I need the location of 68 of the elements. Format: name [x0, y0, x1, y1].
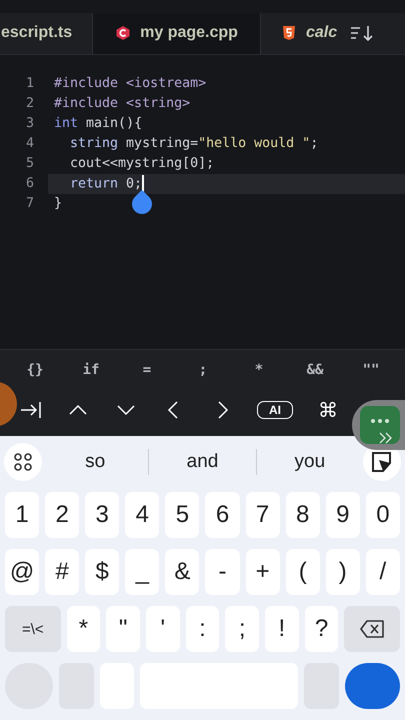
code-line: int main(){: [54, 116, 142, 132]
key[interactable]: @: [5, 549, 40, 595]
key[interactable]: =\<: [5, 606, 61, 652]
key[interactable]: ': [146, 606, 180, 652]
key[interactable]: 9: [326, 492, 360, 538]
key[interactable]: 4: [125, 492, 160, 538]
enter-key[interactable]: [344, 663, 400, 709]
code-line: return 0;: [54, 174, 144, 193]
key[interactable]: 3: [85, 492, 120, 538]
code-line: string mystring="hello would ";: [69, 136, 318, 152]
key[interactable]: ): [326, 549, 360, 595]
key[interactable]: 7: [246, 492, 280, 538]
line-number: 6: [24, 176, 34, 192]
sort-icon[interactable]: [349, 23, 376, 44]
key[interactable]: 0: [366, 492, 400, 538]
snippet-key[interactable]: {}: [7, 362, 63, 384]
suggestion[interactable]: so: [42, 451, 148, 473]
file-tab[interactable]: my page.cpp: [93, 12, 261, 54]
key[interactable]: ?: [304, 606, 338, 652]
html-file-icon: [280, 25, 297, 42]
key[interactable]: ;: [225, 606, 260, 652]
key[interactable]: $: [85, 549, 120, 595]
key[interactable]: 8: [286, 492, 320, 538]
key[interactable]: ": [106, 606, 140, 652]
key[interactable]: :: [186, 606, 220, 652]
key[interactable]: 6: [205, 492, 240, 538]
key[interactable]: &: [165, 549, 200, 595]
key[interactable]: 1: [5, 492, 40, 538]
snippet-key[interactable]: &&: [287, 362, 343, 384]
snippet-key[interactable]: ;: [175, 362, 231, 384]
snippet-key[interactable]: *: [231, 362, 287, 384]
line-number: 3: [24, 116, 34, 132]
code-line: #include <iostream>: [54, 76, 206, 92]
snippet-key[interactable]: if: [63, 362, 119, 384]
suggestion[interactable]: you: [256, 451, 363, 473]
key[interactable]: +: [246, 549, 280, 595]
ai-key[interactable]: AI: [257, 401, 293, 419]
line-number: 2: [24, 96, 34, 112]
key[interactable]: -: [205, 549, 240, 595]
snippet-key[interactable]: "": [343, 362, 399, 384]
line-number: 1: [24, 76, 34, 92]
grid-icon: [13, 452, 33, 472]
key[interactable]: !: [265, 606, 299, 652]
file-tab[interactable]: calc: [260, 12, 344, 54]
sticker-icon: [370, 451, 393, 473]
apps-button[interactable]: [4, 443, 42, 481]
key[interactable]: _: [125, 549, 160, 595]
snippet-key[interactable]: =: [119, 362, 175, 384]
key[interactable]: (: [286, 549, 320, 595]
tab-key-icon[interactable]: [19, 399, 41, 421]
command-key[interactable]: ⌘: [315, 398, 341, 422]
floating-menu-button[interactable]: [352, 400, 405, 450]
cpp-file-icon: [115, 25, 132, 42]
backspace-icon: [359, 619, 386, 639]
code-line: cout<<mystring[0];: [69, 156, 214, 172]
suggestion[interactable]: and: [149, 451, 256, 473]
key[interactable]: *: [66, 606, 100, 652]
line-number: 5: [24, 156, 34, 172]
code-line: }: [54, 196, 62, 212]
key[interactable]: /: [366, 549, 400, 595]
code-line: #include <string>: [54, 96, 190, 112]
line-number: 4: [24, 136, 34, 152]
more-icon: [360, 406, 400, 444]
key[interactable]: #: [45, 549, 80, 595]
key[interactable]: 2: [45, 492, 80, 538]
backspace-key[interactable]: [344, 606, 400, 652]
line-number: 7: [24, 196, 34, 212]
key[interactable]: 5: [165, 492, 200, 538]
